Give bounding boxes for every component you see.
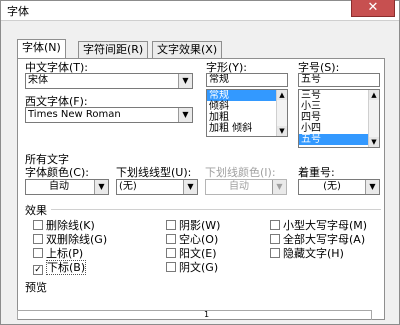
font-color-label: 字体颜色(C): <box>25 166 89 179</box>
list-item[interactable]: 小三 <box>299 101 379 112</box>
emphasis-mark-value: (无) <box>323 181 341 192</box>
underline-style-combo[interactable]: (无) ▼ <box>116 179 198 195</box>
scroll-down-icon[interactable]: ▼ <box>369 137 379 147</box>
tab-text-effects[interactable]: 文字效果(X) <box>152 41 223 58</box>
chinese-font-combo[interactable]: 宋体 ▼ <box>25 73 193 89</box>
effects-section-label: 效果 <box>25 204 47 217</box>
chevron-down-icon[interactable]: ▼ <box>365 180 379 194</box>
font-style-list[interactable]: 常规 倾斜 加粗 加粗 倾斜 ▲ ▼ <box>206 89 288 137</box>
preview-label: 预览 <box>25 281 47 294</box>
tab-character-spacing[interactable]: 字符间距(R) <box>78 41 149 58</box>
chevron-down-icon: ▼ <box>272 180 286 194</box>
list-item[interactable]: 五号 <box>299 134 379 145</box>
outline-checkbox[interactable]: 空心(O) <box>166 231 218 246</box>
hidden-text-checkbox[interactable]: 隐藏文字(H) <box>270 245 344 260</box>
checkbox-label: 下标(B) <box>46 260 87 275</box>
font-size-list[interactable]: 三号 小三 四号 小四 五号 ▲ ▼ <box>298 89 380 148</box>
list-item[interactable]: 常规 <box>207 90 287 101</box>
checkbox-icon[interactable] <box>166 248 176 258</box>
preview-box: 1 <box>17 310 372 320</box>
scroll-up-icon[interactable]: ▲ <box>369 90 379 100</box>
checkbox-icon[interactable] <box>270 248 280 258</box>
font-style-input[interactable]: 常规 <box>206 73 288 87</box>
superscript-checkbox[interactable]: 上标(P) <box>33 245 83 260</box>
underline-color-combo: 自动 ▼ <box>205 179 287 195</box>
chevron-down-icon[interactable]: ▼ <box>94 180 108 194</box>
western-font-combo[interactable]: Times New Roman ▼ <box>25 107 193 123</box>
window-title: 字体 <box>7 5 29 18</box>
all-caps-checkbox[interactable]: 全部大写字母(A) <box>270 231 365 246</box>
font-dialog: 字体 ✕ 字体(N) 字符间距(R) 文字效果(X) 中文字体(T): 宋体 ▼… <box>0 0 400 325</box>
chevron-down-icon[interactable]: ▼ <box>178 74 192 88</box>
scroll-down-icon[interactable]: ▼ <box>277 126 287 136</box>
underline-color-value: 自动 <box>229 181 249 192</box>
emboss-checkbox[interactable]: 阳文(E) <box>166 245 217 260</box>
emphasis-mark-label: 着重号: <box>298 166 335 179</box>
scroll-up-icon[interactable]: ▲ <box>277 90 287 100</box>
list-item[interactable]: 小四 <box>299 123 379 134</box>
checkbox-icon[interactable] <box>166 234 176 244</box>
shadow-checkbox[interactable]: 阴影(W) <box>166 217 220 232</box>
underline-style-label: 下划线线型(U): <box>116 166 192 179</box>
checkbox-icon[interactable] <box>33 220 43 230</box>
list-item[interactable]: 倾斜 <box>207 101 287 112</box>
underline-color-label: 下划线颜色(I): <box>205 166 276 179</box>
title-bar: 字体 ✕ <box>1 0 399 21</box>
chevron-down-icon[interactable]: ▼ <box>183 180 197 194</box>
font-color-value: 自动 <box>49 181 69 192</box>
checkbox-icon[interactable] <box>270 234 280 244</box>
underline-style-value: (无) <box>119 181 137 192</box>
checkbox-icon[interactable] <box>33 248 43 258</box>
engrave-checkbox[interactable]: 阴文(G) <box>166 259 219 274</box>
checkbox-icon[interactable] <box>166 262 176 272</box>
scrollbar[interactable]: ▲ ▼ <box>276 90 287 136</box>
font-size-input[interactable]: 五号 <box>298 73 380 87</box>
strikethrough-checkbox[interactable]: 删除线(K) <box>33 217 95 232</box>
small-caps-checkbox[interactable]: 小型大写字母(M) <box>270 217 367 232</box>
list-item[interactable]: 加粗 倾斜 <box>207 123 287 134</box>
checkmark-icon[interactable]: ✓ <box>33 265 43 275</box>
close-button[interactable]: ✕ <box>351 0 395 17</box>
list-item[interactable]: 加粗 <box>207 112 287 123</box>
subscript-checkbox[interactable]: ✓ 下标(B) <box>33 259 87 275</box>
list-item[interactable]: 四号 <box>299 112 379 123</box>
chevron-down-icon[interactable]: ▼ <box>178 108 192 122</box>
font-color-combo[interactable]: 自动 ▼ <box>25 179 109 195</box>
checkbox-label: 隐藏文字(H) <box>283 247 344 260</box>
tab-font[interactable]: 字体(N) <box>17 39 66 59</box>
checkbox-icon[interactable] <box>166 220 176 230</box>
checkbox-icon[interactable] <box>33 234 43 244</box>
western-font-value: Times New Roman <box>28 109 121 120</box>
checkbox-label: 阴文(G) <box>179 261 219 274</box>
chinese-font-value: 宋体 <box>28 75 48 86</box>
effects-divider <box>51 209 381 210</box>
checkbox-icon[interactable] <box>270 220 280 230</box>
preview-sample-text: 1 <box>204 310 210 319</box>
emphasis-mark-combo[interactable]: (无) ▼ <box>298 179 380 195</box>
list-item[interactable]: 三号 <box>299 90 379 101</box>
double-strikethrough-checkbox[interactable]: 双删除线(G) <box>33 231 107 246</box>
scrollbar[interactable]: ▲ ▼ <box>368 90 379 147</box>
